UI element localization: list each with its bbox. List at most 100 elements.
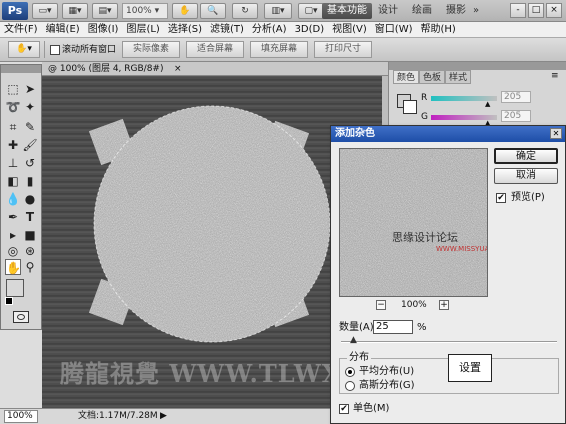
menu-image[interactable]: 图像(I) — [84, 22, 123, 37]
dodge-tool-icon[interactable]: ● — [22, 191, 38, 207]
panel-background-swatch[interactable] — [403, 100, 417, 114]
stamp-tool-icon[interactable]: ⊥ — [5, 155, 21, 171]
workspace-painting[interactable]: 绘画 — [408, 3, 436, 19]
scroll-all-windows-label: 滚动所有窗口 — [62, 45, 117, 55]
preview-label: 预览(P) — [511, 192, 545, 203]
close-button[interactable]: × — [546, 3, 562, 18]
pen-tool-icon[interactable]: ✒ — [5, 209, 21, 225]
menu-file[interactable]: 文件(F) — [0, 22, 42, 37]
dialog-title: 添加杂色 — [335, 128, 375, 139]
options-divider — [44, 41, 45, 58]
actual-pixels-button[interactable]: 实际像素 — [122, 41, 180, 58]
color-g-field[interactable]: 205 — [501, 110, 531, 122]
zoom-tool-icon[interactable]: ⚲ — [22, 259, 38, 275]
history-brush-tool-icon[interactable]: ↺ — [22, 155, 38, 171]
gaussian-label: 高斯分布(G) — [359, 380, 415, 391]
eraser-tool-icon[interactable]: ◧ — [5, 173, 21, 189]
amount-input[interactable]: 25 — [373, 320, 413, 334]
document-close-icon[interactable]: × — [174, 62, 182, 76]
color-g-label: G — [421, 112, 428, 122]
title-bar: Ps ▭▾ ▦▾ ▤▾ 100% ▾ ✋ 🔍 ↻ ▥▾ ▢▾ 基本功能 设计 绘… — [0, 0, 566, 22]
menu-filter[interactable]: 滤镜(T) — [206, 22, 248, 37]
crop-tool-icon[interactable]: ⌗ — [5, 119, 21, 135]
document-tab-title: @ 100% (图层 4, RGB/8#) — [48, 64, 164, 74]
fill-screen-button[interactable]: 填充屏幕 — [250, 41, 308, 58]
status-zoom-field[interactable]: 100% — [4, 410, 38, 423]
menu-view[interactable]: 视图(V) — [328, 22, 371, 37]
marquee-tool-icon[interactable]: ⬚ — [5, 81, 21, 97]
cancel-button[interactable]: 取消 — [494, 168, 558, 184]
screen-mode-button[interactable]: ▢▾ — [298, 3, 324, 19]
amount-unit: % — [417, 322, 427, 333]
app-logo: Ps — [2, 2, 28, 20]
move-tool-icon[interactable]: ➤ — [22, 81, 38, 97]
menu-select[interactable]: 选择(S) — [164, 22, 206, 37]
workspace-design[interactable]: 设计 — [376, 3, 400, 19]
menu-layer[interactable]: 图层(L) — [122, 22, 163, 37]
menu-window[interactable]: 窗口(W) — [371, 22, 417, 37]
workspace-photography[interactable]: 摄影 — [442, 3, 470, 19]
zoom-out-button[interactable]: − — [376, 300, 386, 310]
monochromatic-label: 单色(M) — [353, 403, 390, 414]
panel-menu-icon[interactable]: ≡ — [551, 71, 559, 81]
filter-preview[interactable]: 思缘设计论坛 WWW.MISSYUAN.COM — [339, 148, 488, 297]
lasso-tool-icon[interactable]: ➰ — [5, 99, 21, 115]
zoom-in-button[interactable]: + — [439, 300, 449, 310]
type-tool-icon[interactable]: T — [22, 209, 38, 225]
amount-slider-thumb[interactable]: ▲ — [350, 336, 357, 345]
blur-tool-icon[interactable]: 💧 — [5, 191, 21, 207]
mini-bridge-button[interactable]: ▦▾ — [62, 3, 88, 19]
zoom-level-select[interactable]: 100% ▾ — [122, 3, 168, 19]
status-menu-icon[interactable]: ▶ — [160, 409, 167, 424]
ok-button[interactable]: 确定 — [494, 148, 558, 164]
amount-slider[interactable] — [341, 341, 557, 343]
arrange-documents-button[interactable]: ▥▾ — [264, 3, 292, 19]
menu-bar: 文件(F) 编辑(E) 图像(I) 图层(L) 选择(S) 滤镜(T) 分析(A… — [0, 22, 566, 38]
default-colors-icon[interactable] — [5, 297, 13, 305]
quick-mask-icon[interactable] — [13, 311, 29, 323]
tab-color[interactable]: 颜色 — [393, 70, 419, 84]
menu-help[interactable]: 帮助(H) — [417, 22, 460, 37]
minimize-button[interactable]: - — [510, 3, 526, 18]
3d-rotate-tool-icon[interactable]: ◎ — [5, 243, 21, 259]
menu-analysis[interactable]: 分析(A) — [248, 22, 291, 37]
dialog-close-icon[interactable]: ✕ — [550, 128, 562, 139]
tool-preset-picker[interactable]: ✋▾ — [8, 41, 40, 58]
preview-watermark: 思缘设计论坛 — [392, 231, 458, 244]
scroll-all-windows-checkbox[interactable] — [50, 45, 60, 55]
foreground-color-swatch[interactable] — [6, 279, 24, 297]
color-r-field[interactable]: 205 — [501, 91, 531, 103]
hand-tool-button[interactable]: ✋ — [172, 3, 198, 19]
uniform-label: 平均分布(U) — [359, 366, 415, 377]
quick-select-tool-icon[interactable]: ✦ — [22, 99, 38, 115]
zoom-tool-button[interactable]: 🔍 — [200, 3, 226, 19]
bridge-button[interactable]: ▭▾ — [32, 3, 58, 19]
gaussian-radio[interactable] — [345, 381, 355, 391]
eyedropper-tool-icon[interactable]: ✎ — [22, 119, 38, 135]
tab-styles[interactable]: 样式 — [445, 70, 471, 84]
hand-tool-icon[interactable]: ✋ — [5, 259, 21, 275]
rotate-view-button[interactable]: ↻ — [232, 3, 258, 19]
menu-edit[interactable]: 编辑(E) — [42, 22, 84, 37]
distribution-label: 分布 — [347, 352, 371, 364]
3d-orbit-tool-icon[interactable]: ⊛ — [22, 243, 38, 259]
uniform-radio[interactable] — [345, 367, 355, 377]
monochromatic-checkbox[interactable]: ✔ — [339, 404, 349, 414]
preview-zoom-value: 100% — [401, 300, 427, 310]
workspace-essentials[interactable]: 基本功能 — [322, 3, 372, 19]
shape-tool-icon[interactable]: ■ — [22, 227, 38, 243]
healing-tool-icon[interactable]: ✚ — [5, 137, 21, 153]
gradient-tool-icon[interactable]: ▮ — [22, 173, 38, 189]
path-select-tool-icon[interactable]: ▸ — [5, 227, 21, 243]
preview-checkbox[interactable]: ✔ — [496, 193, 506, 203]
brush-tool-icon[interactable]: 🖌 — [22, 137, 38, 153]
tab-swatches[interactable]: 色板 — [419, 70, 445, 84]
document-tab[interactable]: @ 100% (图层 4, RGB/8#) × — [42, 62, 388, 76]
fit-screen-button[interactable]: 适合屏幕 — [186, 41, 244, 58]
view-extras-button[interactable]: ▤▾ — [92, 3, 118, 19]
color-r-slider-thumb[interactable]: ▲ — [485, 100, 490, 108]
workspace-more-icon[interactable]: » — [470, 3, 482, 19]
print-size-button[interactable]: 打印尺寸 — [314, 41, 372, 58]
maximize-button[interactable]: □ — [528, 3, 544, 18]
menu-3d[interactable]: 3D(D) — [291, 22, 329, 37]
